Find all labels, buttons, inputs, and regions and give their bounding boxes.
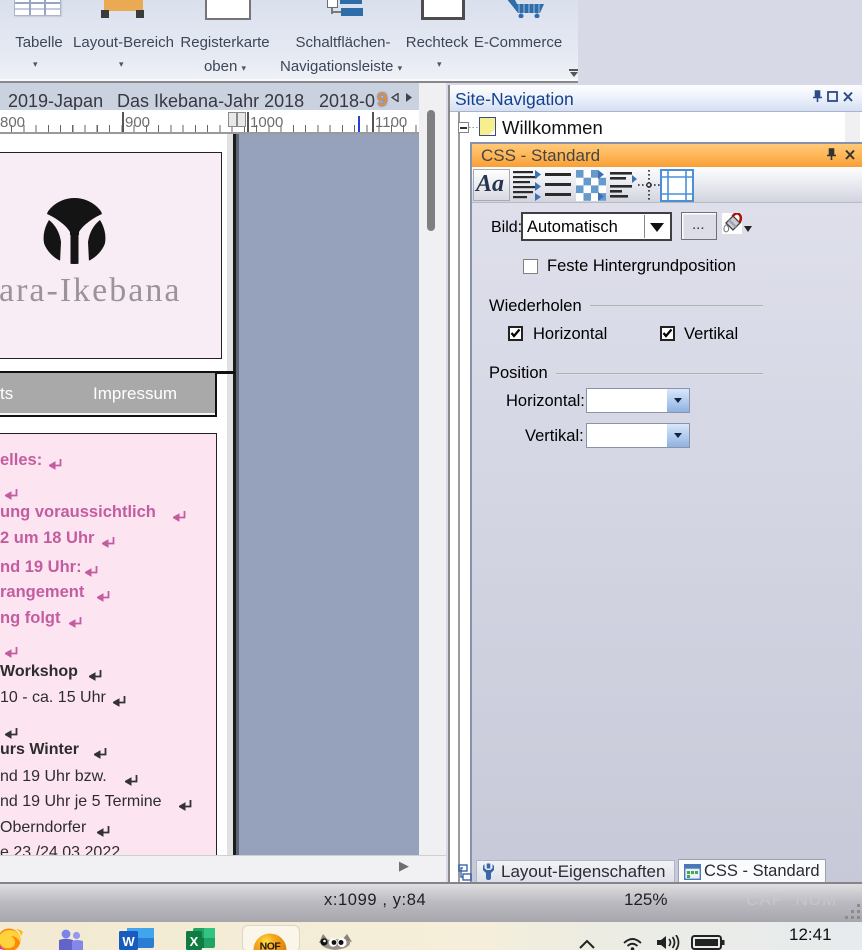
svg-text:NOF: NOF <box>260 941 282 950</box>
svg-text:X: X <box>190 934 199 949</box>
svg-text:W: W <box>122 934 135 949</box>
